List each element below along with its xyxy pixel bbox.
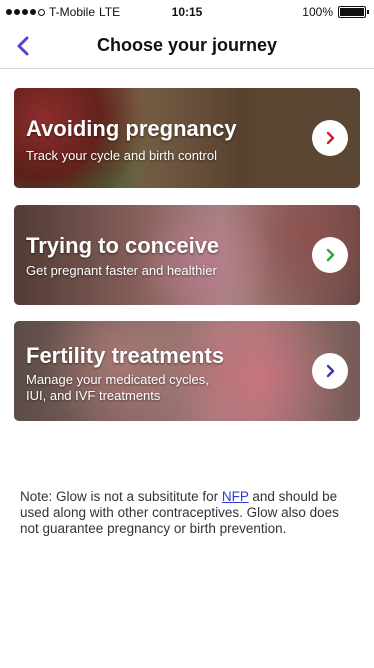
card-title: Fertility treatments bbox=[26, 343, 225, 368]
card-arrow-button[interactable] bbox=[312, 237, 348, 273]
navigation-bar: Choose your journey bbox=[0, 24, 374, 69]
chevron-right-icon bbox=[326, 248, 335, 262]
journey-card-trying-to-conceive[interactable]: Trying to conceive Get pregnant faster a… bbox=[14, 205, 360, 305]
note-text-prefix: Note: Glow is not a subsititute for bbox=[20, 489, 222, 504]
page-title: Choose your journey bbox=[96, 35, 278, 55]
card-arrow-button[interactable] bbox=[312, 353, 348, 389]
journey-card-fertility-treatments[interactable]: Fertility treatments Manage your medicat… bbox=[14, 321, 360, 421]
chevron-right-icon bbox=[326, 131, 335, 145]
card-subtitle: Manage your medicated cycles, IUI, and I… bbox=[26, 372, 256, 404]
card-subtitle: Track your cycle and birth control bbox=[26, 148, 217, 163]
nfp-link[interactable]: NFP bbox=[222, 489, 249, 504]
battery-icon bbox=[338, 6, 369, 18]
chevron-right-icon bbox=[326, 364, 335, 378]
card-title: Avoiding pregnancy bbox=[26, 116, 237, 141]
disclaimer-note: Note: Glow is not a subsititute for NFP … bbox=[20, 489, 360, 537]
card-subtitle: Get pregnant faster and healthier bbox=[26, 263, 217, 278]
card-title: Trying to conceive bbox=[26, 233, 220, 258]
battery-info: 100% bbox=[302, 5, 369, 19]
card-subtitle-line: IUI, and IVF treatments bbox=[26, 388, 161, 403]
card-arrow-button[interactable] bbox=[312, 120, 348, 156]
status-bar: T-Mobile LTE 10:15 100% bbox=[0, 0, 374, 24]
battery-percent: 100% bbox=[302, 5, 333, 19]
journey-card-avoiding-pregnancy[interactable]: Avoiding pregnancy Track your cycle and … bbox=[14, 88, 360, 188]
card-subtitle-line: Manage your medicated cycles, bbox=[26, 372, 209, 387]
